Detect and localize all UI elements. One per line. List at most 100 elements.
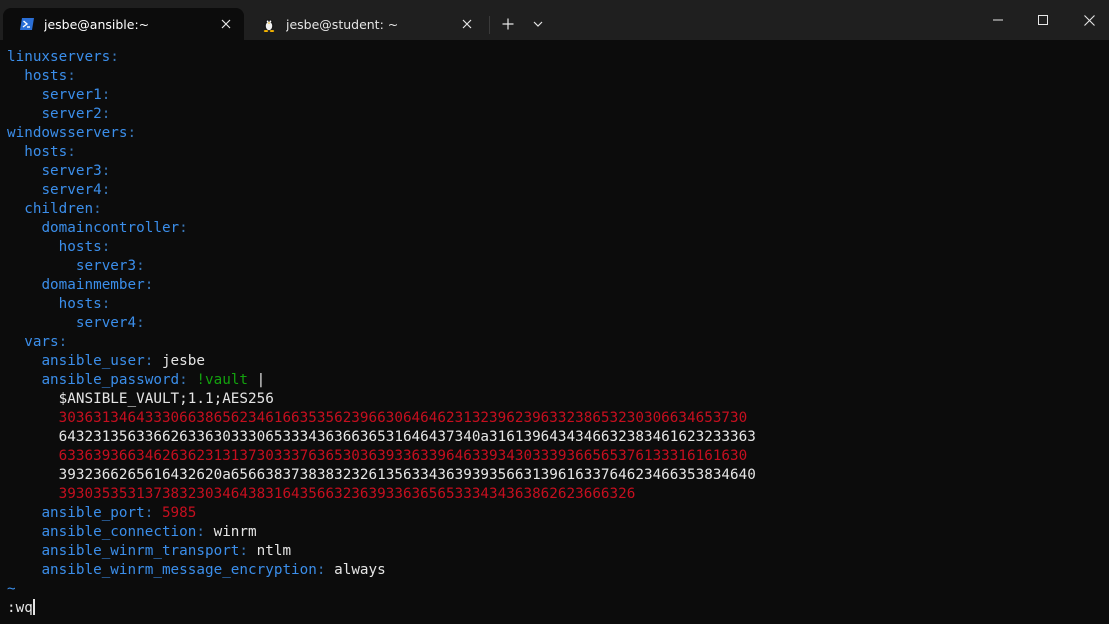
close-icon [462,19,472,29]
tab-dropdown-button[interactable] [524,11,552,37]
buffer-token: linuxservers [7,49,111,65]
buffer-token: hosts [58,239,102,255]
buffer-line: hosts: [7,143,756,162]
linux-penguin-icon [261,16,277,32]
buffer-line: ~ [7,580,756,599]
buffer-token: : [144,277,154,293]
vim-command-line[interactable]: :wq [7,599,756,618]
buffer-token [7,87,41,103]
buffer-line: domainmember: [7,276,756,295]
buffer-token [7,144,24,160]
buffer-line: server4: [7,314,756,333]
buffer-token: : [144,505,162,521]
tab-student[interactable]: jesbe@student: ~ [245,8,485,40]
buffer-line: ansible_connection: winrm [7,523,756,542]
terminal-content[interactable]: linuxservers: hosts: server1: server2: wi… [0,40,1109,624]
buffer-token: : [101,163,111,179]
buffer-token: : [101,87,111,103]
buffer-token: server2 [41,106,102,122]
buffer-token: 3932366265616432620a65663837383832326135… [58,467,756,483]
buffer-token: : [101,296,111,312]
buffer-token: server4 [41,182,102,198]
title-bar: jesbe@ansible:~ jesbe@student: ~ [0,0,1109,40]
plus-icon [502,18,514,30]
buffer-token: | [248,372,266,388]
buffer-token: : [136,315,145,331]
buffer-token: children [24,201,94,217]
tab-ansible[interactable]: jesbe@ansible:~ [3,8,244,40]
chevron-down-icon [533,21,543,27]
buffer-token: : [136,258,145,274]
buffer-token: : [144,353,162,369]
buffer-line: ansible_port: 5985 [7,504,756,523]
buffer-token: : [93,201,102,217]
buffer-token: server1 [41,87,102,103]
buffer-token: ~ [7,581,16,597]
buffer-token [7,372,41,388]
close-tab-button[interactable] [453,12,481,36]
buffer-token: hosts [24,68,68,84]
text-cursor [32,599,35,615]
terminal-window: jesbe@ansible:~ jesbe@student: ~ linuxse… [0,0,1109,624]
buffer-line: ansible_winrm_message_encryption: always [7,561,756,580]
buffer-line: 3036313464333066386562346166353562396630… [7,409,756,428]
buffer-token: ntlm [256,543,292,559]
new-tab-button[interactable] [494,11,522,37]
buffer-token: ansible_user [41,353,145,369]
buffer-token [7,334,24,350]
maximize-icon [1038,15,1048,25]
buffer-line: 6336393663462636231313730333763653036393… [7,447,756,466]
buffer-token [7,258,76,274]
buffer-line: windowsservers: [7,124,756,143]
close-tab-button[interactable] [212,12,240,36]
buffer-token: : [67,68,76,84]
maximize-button[interactable] [1020,0,1066,40]
buffer-token [7,505,41,521]
buffer-token [7,353,41,369]
buffer-line: 6432313563366263363033306533343636636531… [7,428,756,447]
command-text: :wq [7,600,33,616]
buffer-token: : [239,543,257,559]
buffer-token [7,391,59,407]
buffer-token: : [179,372,197,388]
minimize-button[interactable] [975,0,1021,40]
buffer-token [7,562,41,578]
buffer-token [7,239,59,255]
buffer-token [7,410,59,426]
buffer-token [7,315,76,331]
buffer-token: server4 [75,315,137,331]
buffer-line: hosts: [7,67,756,86]
buffer-token: : [101,106,111,122]
buffer-token [7,524,41,540]
buffer-token: 6336393663462636231313730333763653036393… [58,448,748,464]
buffer-token: 3036313464333066386562346166353562396630… [58,410,748,426]
vim-buffer[interactable]: linuxservers: hosts: server1: server2: wi… [7,48,756,618]
buffer-token [7,429,59,445]
buffer-line: linuxservers: [7,48,756,67]
buffer-token: ansible_winrm_transport [41,543,240,559]
buffer-token: : [101,182,111,198]
buffer-line: server3: [7,257,756,276]
buffer-token: ansible_connection [41,524,197,540]
close-icon [221,19,231,29]
buffer-token: winrm [213,524,257,540]
buffer-token [7,106,41,122]
buffer-token: windowsservers [7,125,128,141]
buffer-token [7,296,59,312]
buffer-token [7,163,41,179]
buffer-token: !vault [196,372,249,388]
buffer-token [7,486,59,502]
buffer-line: hosts: [7,238,756,257]
buffer-token: jesbe [161,353,205,369]
buffer-token: : [58,334,68,350]
buffer-token: ansible_password [41,372,180,388]
window-close-button[interactable] [1066,0,1109,40]
buffer-token: : [101,239,111,255]
tab-divider [489,16,490,34]
buffer-token: : [316,562,335,578]
buffer-token [7,68,24,84]
buffer-line: hosts: [7,295,756,314]
buffer-token: 6432313563366263363033306533343636636531… [58,429,756,445]
close-icon [1083,14,1095,26]
buffer-token: $ANSIBLE_VAULT;1.1;AES256 [58,391,274,407]
